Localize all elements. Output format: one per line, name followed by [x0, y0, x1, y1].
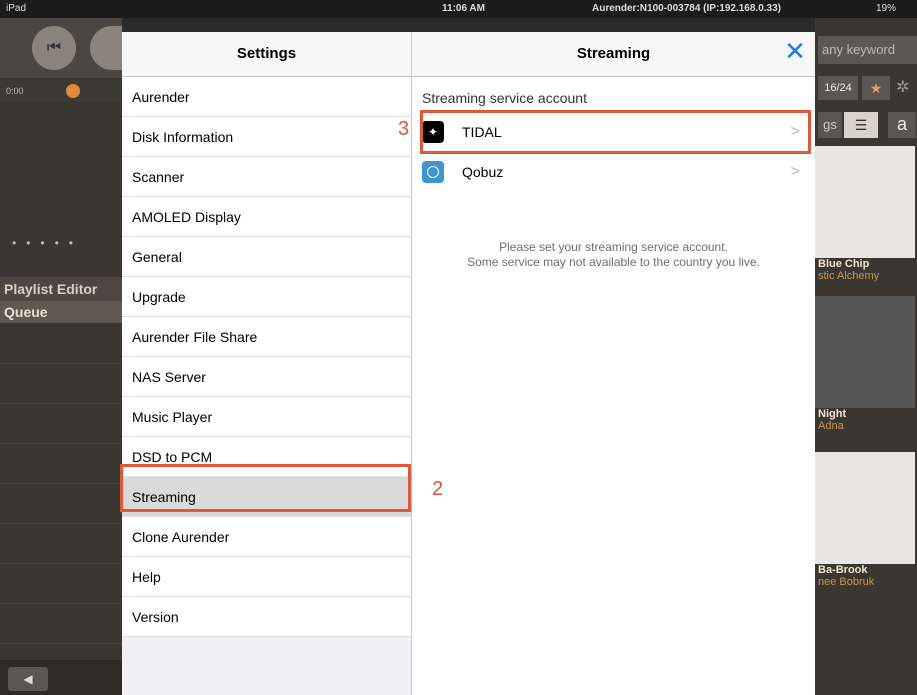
page-count: 16/24 [818, 76, 858, 100]
seek-bar[interactable]: 0:00 [0, 80, 122, 102]
album-title: Night [818, 408, 847, 420]
settings-item-clone-aurender[interactable]: Clone Aurender [122, 517, 411, 557]
settings-item-help[interactable]: Help [122, 557, 411, 597]
hint-text: Please set your streaming service accoun… [412, 240, 815, 270]
album-title: Ba-Brook [818, 564, 868, 576]
queue-row-divider [0, 483, 122, 484]
settings-item-version[interactable]: Version [122, 597, 411, 637]
background-left-panel: ⏮ 0:00 ••••• [0, 18, 122, 695]
list-view-button[interactable]: ☰ [844, 112, 878, 138]
album-artist: nee Bobruk [818, 576, 875, 588]
volume-button[interactable]: ◀ [8, 667, 48, 691]
qobuz-icon [422, 161, 444, 183]
hint-line-1: Please set your streaming service accoun… [499, 240, 728, 254]
album-cover [815, 452, 915, 564]
gear-icon: ✲ [896, 79, 910, 96]
queue-row-divider [0, 403, 122, 404]
previous-track-button[interactable]: ⏮ [32, 26, 76, 70]
status-bar: iPad 11:06 AM Aurender:N100-003784 (IP:1… [0, 0, 917, 18]
settings-list: Aurender Disk Information Scanner AMOLED… [122, 77, 411, 637]
transport-bar: ⏮ [0, 18, 122, 78]
service-label: Qobuz [462, 164, 504, 180]
highlight-box-tidal [420, 110, 811, 154]
album-title: Blue Chip [818, 258, 870, 270]
settings-item-upgrade[interactable]: Upgrade [122, 277, 411, 317]
search-input[interactable]: any keyword [818, 36, 917, 64]
battery-label: 19% [876, 3, 897, 14]
section-title: Streaming service account [422, 90, 587, 106]
album-artist: stic Alchemy [818, 270, 880, 282]
album-card[interactable]: Blue Chip stic Alchemy [815, 146, 917, 282]
settings-button[interactable]: ✲ [896, 76, 917, 100]
step-number-3: 3 [398, 118, 410, 140]
settings-item-music-player[interactable]: Music Player [122, 397, 411, 437]
queue-tab[interactable]: Queue [0, 301, 122, 323]
chevron-right-icon: > [790, 163, 800, 180]
settings-item-scanner[interactable]: Scanner [122, 157, 411, 197]
page-dots: ••••• [12, 236, 84, 250]
device-label: iPad [6, 3, 27, 14]
highlight-box-streaming [120, 464, 411, 512]
settings-item-amoled-display[interactable]: AMOLED Display [122, 197, 411, 237]
album-cover [815, 146, 915, 258]
queue-row-divider [0, 603, 122, 604]
clock: 11:06 AM [442, 3, 485, 14]
step-number-2: 2 [432, 478, 444, 500]
album-card[interactable]: Night Adna [815, 296, 917, 432]
seek-knob[interactable] [66, 84, 80, 98]
service-row-qobuz[interactable]: Qobuz > [422, 154, 802, 190]
settings-item-disk-information[interactable]: Disk Information [122, 117, 411, 157]
album-cover [815, 296, 915, 408]
queue-row-divider [0, 363, 122, 364]
play-button[interactable] [90, 26, 122, 70]
playlist-editor-tab[interactable]: Playlist Editor [0, 277, 122, 301]
elapsed-time: 0:00 [6, 86, 24, 96]
speaker-icon: ◀ [23, 672, 33, 686]
hint-line-2: Some service may not available to the co… [467, 255, 760, 269]
settings-title: Settings [122, 32, 411, 77]
previous-icon: ⏮ [46, 39, 62, 56]
queue-row-divider [0, 443, 122, 444]
settings-item-general[interactable]: General [122, 237, 411, 277]
settings-item-nas-server[interactable]: NAS Server [122, 357, 411, 397]
favorites-button[interactable]: ★ [862, 76, 890, 100]
list-icon: ☰ [854, 117, 868, 133]
streaming-title: Streaming [412, 32, 815, 77]
queue-row-divider [0, 523, 122, 524]
settings-sidebar: Settings Aurender Disk Information Scann… [122, 32, 412, 695]
queue-row-divider [0, 563, 122, 564]
tab-tags[interactable]: gs [818, 112, 842, 138]
album-card[interactable]: Ba-Brook nee Bobruk [815, 452, 917, 588]
album-artist: Adna [818, 420, 844, 432]
view-tabs: gs ☰ a [818, 112, 917, 138]
queue-row-divider [0, 643, 122, 644]
settings-item-aurender-file-share[interactable]: Aurender File Share [122, 317, 411, 357]
tab-alphabetical[interactable]: a [888, 112, 916, 138]
star-icon: ★ [869, 80, 883, 96]
close-icon: ✕ [784, 36, 806, 66]
device-name: Aurender:N100-003784 (IP:192.168.0.33) [592, 3, 781, 14]
close-button[interactable]: ✕ [781, 38, 809, 66]
settings-item-aurender[interactable]: Aurender [122, 77, 411, 117]
